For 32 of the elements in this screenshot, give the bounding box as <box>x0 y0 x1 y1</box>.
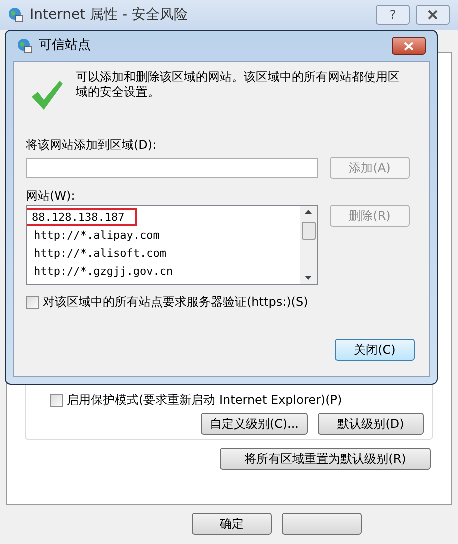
close-dialog-button[interactable]: 关闭(C) <box>335 339 415 361</box>
dialog-message: 可以添加和删除该区域的网站。该区域中的所有网站都使用区域的安全设置。 <box>76 70 401 100</box>
close-button[interactable] <box>416 5 450 25</box>
checkbox-label: 对该区域中的所有站点要求服务器验证(https:)(S) <box>43 294 308 311</box>
up-arrow-icon <box>305 210 312 214</box>
close-icon <box>428 10 438 20</box>
site-input-field[interactable] <box>26 158 318 178</box>
dialog-button[interactable] <box>282 513 362 535</box>
reset-button[interactable]: 将所有区域重置为默认级别(R) <box>220 448 431 470</box>
globe-icon <box>8 7 24 23</box>
site-item[interactable]: 88.128.138.187 <box>27 208 137 226</box>
scrollbar[interactable] <box>300 206 317 284</box>
ok-button[interactable]: 确定 <box>192 513 272 535</box>
add-label: 将该网站添加到区域(D): <box>26 137 158 154</box>
scrollbar-thumb[interactable] <box>302 222 316 240</box>
checkbox[interactable] <box>26 296 39 308</box>
globe-icon <box>17 38 33 54</box>
checkbox-label: 启用保护模式(要求重新启动 Internet Explorer)(P) <box>67 392 342 409</box>
close-icon <box>404 42 414 50</box>
checkbox[interactable] <box>50 394 63 406</box>
sites-label: 网站(W): <box>26 188 76 205</box>
site-item[interactable]: http://*.alipay.com <box>27 226 172 244</box>
close-button[interactable] <box>392 37 426 55</box>
level-button[interactable]: 自定义级别(C)... <box>200 413 308 435</box>
help-button[interactable]: ? <box>376 5 410 25</box>
site-item[interactable]: http://*.alisoft.com <box>27 244 178 262</box>
down-arrow-icon <box>305 276 312 280</box>
level-button[interactable]: 默认级别(D) <box>318 413 424 435</box>
site-item[interactable]: http://*.gzgjj.gov.cn <box>27 262 186 280</box>
dialog-title: 可信站点 <box>39 37 91 56</box>
window-title: Internet 属性 - 安全风险 <box>30 6 188 24</box>
checkmark-icon <box>30 78 64 112</box>
